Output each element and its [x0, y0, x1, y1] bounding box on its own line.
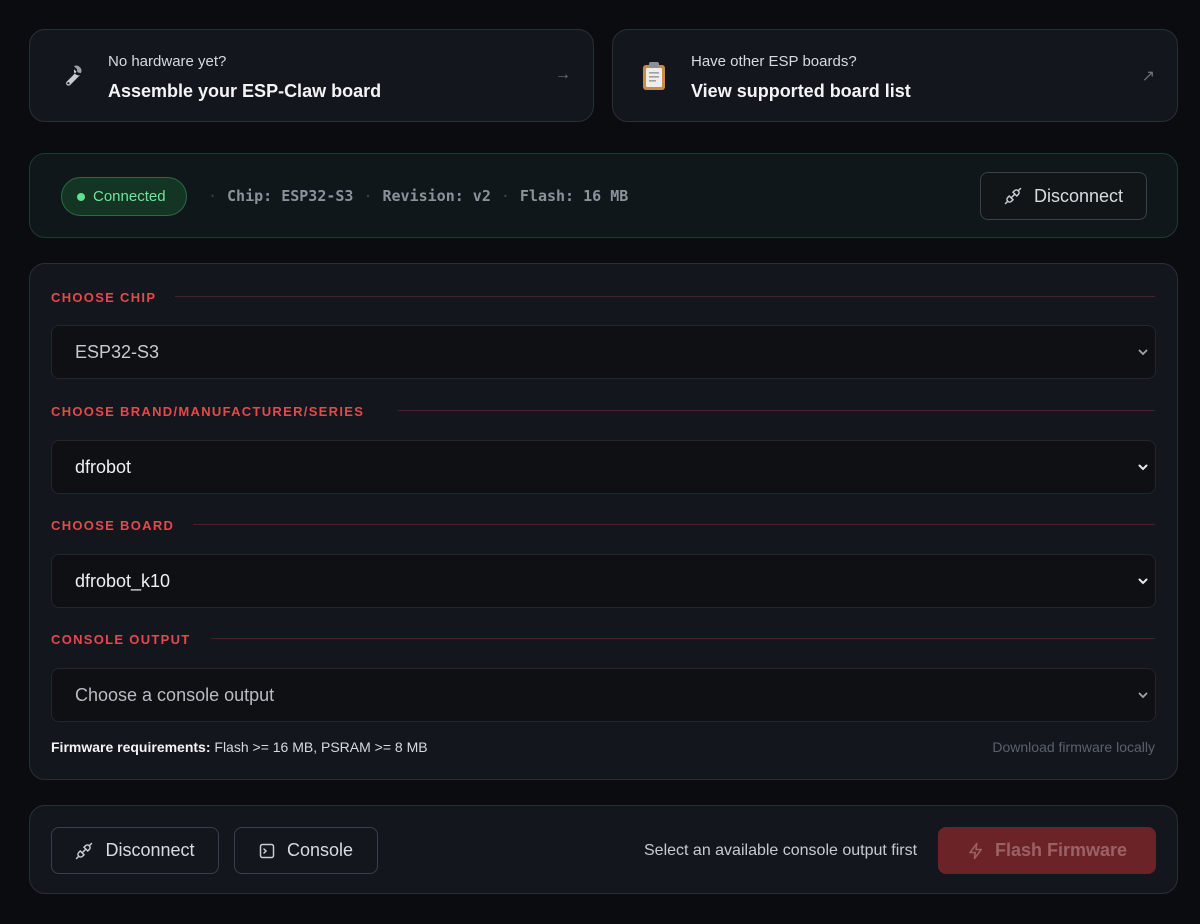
supported-title: View supported board list [691, 81, 911, 101]
choose-board-label: CHOOSE BOARD [51, 518, 175, 533]
chevron-down-icon [1138, 578, 1148, 585]
assemble-subtitle: No hardware yet? [108, 53, 227, 70]
console-label: Console [286, 840, 354, 860]
brand-select[interactable]: dfrobot [51, 440, 1156, 494]
revision-value: Revision: v2 [382, 187, 491, 205]
requirements-value: Flash >= 16 MB, PSRAM >= 8 MB [210, 739, 428, 755]
lightning-icon [969, 842, 982, 859]
section-divider [211, 638, 1155, 639]
supported-boards-card[interactable]: Have other ESP boards? View supported bo… [612, 29, 1178, 122]
disconnect-button[interactable]: Disconnect [51, 827, 219, 874]
choose-chip-label: CHOOSE CHIP [51, 290, 157, 305]
chevron-down-icon [1138, 349, 1148, 356]
chip-select-value: ESP32-S3 [75, 341, 160, 362]
flash-firmware-label: Flash Firmware [994, 840, 1128, 860]
flash-size-value: Flash: 16 MB [519, 187, 629, 205]
disconnect-label: Disconnect [105, 840, 195, 860]
separator-dot-icon: · [208, 187, 218, 205]
chip-value: Chip: ESP32-S3 [227, 187, 354, 205]
firmware-config-panel: CHOOSE CHIP ESP32-S3 CHOOSE BRAND/MANUFA… [29, 263, 1178, 780]
chevron-down-icon [1138, 692, 1148, 699]
unplug-icon [76, 842, 93, 859]
connection-status-bar: Connected · Chip: ESP32-S3 · Revision: v… [29, 153, 1178, 238]
board-select-value: dfrobot_k10 [75, 570, 171, 591]
console-output-placeholder: Choose a console output [75, 684, 275, 705]
section-divider [193, 524, 1155, 525]
console-button[interactable]: Console [234, 827, 378, 874]
unplug-icon [1004, 187, 1022, 205]
separator-dot-icon: · [500, 187, 510, 205]
supported-subtitle: Have other ESP boards? [691, 53, 857, 70]
download-firmware-link[interactable]: Download firmware locally [992, 739, 1155, 755]
section-divider [398, 410, 1155, 411]
status-text: Connected [93, 188, 166, 205]
flash-firmware-button[interactable]: Flash Firmware [938, 827, 1156, 874]
wrench-icon [56, 60, 86, 92]
assemble-board-card[interactable]: No hardware yet? Assemble your ESP-Claw … [29, 29, 594, 122]
terminal-icon [259, 843, 275, 858]
brand-select-value: dfrobot [75, 456, 132, 477]
chip-select[interactable]: ESP32-S3 [51, 325, 1156, 379]
firmware-requirements: Firmware requirements: Flash >= 16 MB, P… [51, 739, 428, 755]
assemble-title: Assemble your ESP-Claw board [108, 81, 382, 101]
disconnect-label: Disconnect [1033, 185, 1124, 206]
external-link-icon: ↗ [1141, 68, 1155, 85]
requirements-label: Firmware requirements: [51, 739, 211, 755]
disconnect-button[interactable]: Disconnect [980, 172, 1147, 220]
chip-info: · Chip: ESP32-S3 · Revision: v2 · Flash:… [198, 187, 628, 205]
action-bar: Disconnect Console Select an available c… [29, 805, 1178, 894]
console-output-label: CONSOLE OUTPUT [51, 632, 191, 647]
status-badge: Connected [61, 177, 187, 216]
console-output-select[interactable]: Choose a console output [51, 668, 1156, 722]
clipboard-icon [639, 60, 669, 92]
board-select[interactable]: dfrobot_k10 [51, 554, 1156, 608]
section-divider [175, 296, 1155, 297]
arrow-right-icon: → [555, 66, 571, 83]
chevron-down-icon [1138, 464, 1148, 471]
flash-hint: Select an available console output first [644, 842, 918, 859]
separator-dot-icon: · [363, 187, 373, 205]
status-dot-icon [77, 192, 85, 201]
choose-brand-label: CHOOSE BRAND/MANUFACTURER/SERIES [51, 404, 365, 419]
